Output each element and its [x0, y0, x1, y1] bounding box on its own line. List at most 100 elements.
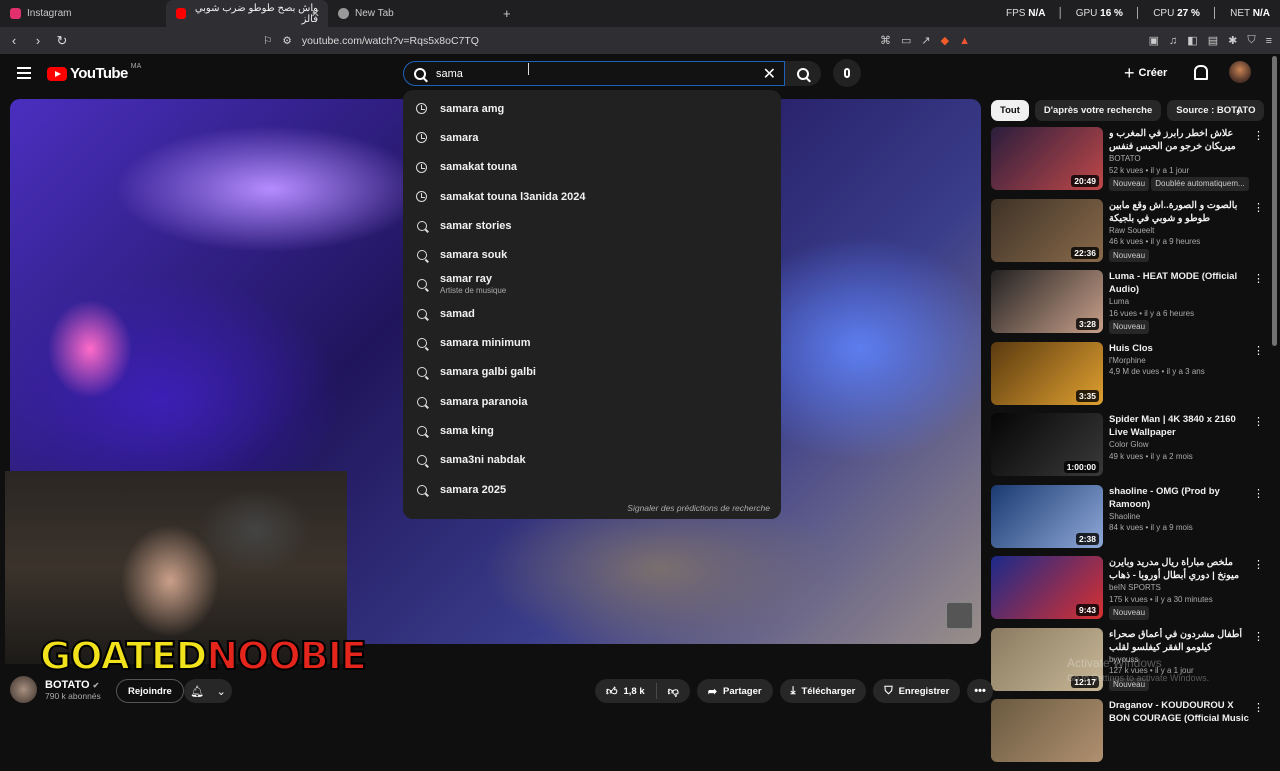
channel-name[interactable]: Luma	[1109, 296, 1253, 308]
suggestion-item[interactable]: samara galbi galbi	[403, 358, 781, 387]
suggestion-item[interactable]: sama3ni nabdak	[403, 446, 781, 475]
brave-shield-icon[interactable]: ◆	[941, 34, 949, 47]
youtube-logo[interactable]: YouTube MA	[47, 63, 141, 82]
suggestion-item[interactable]: samar ray Artiste de musique	[403, 270, 781, 299]
more-vertical-icon[interactable]: ⋮	[1253, 415, 1264, 428]
forward-icon[interactable]: ›	[28, 33, 48, 48]
scrollbar[interactable]	[1272, 56, 1277, 346]
video-title[interactable]: Draganov - KOUDOUROU X BON COURAGE (Offi…	[1109, 699, 1253, 725]
recommendation-item[interactable]: Draganov - KOUDOUROU X BON COURAGE (Offi…	[991, 699, 1264, 771]
voice-search-button[interactable]	[833, 59, 861, 87]
suggestion-item[interactable]: samad	[403, 299, 781, 328]
recommendation-item[interactable]: 9:43 ملخص مباراة ريال مدريد وبايرن ميونخ …	[991, 556, 1264, 628]
video-thumbnail[interactable]	[991, 699, 1103, 762]
more-vertical-icon[interactable]: ⋮	[1253, 630, 1264, 643]
channel-name[interactable]: Shaoline	[1109, 511, 1253, 523]
search-button[interactable]	[785, 61, 821, 86]
suggestion-item[interactable]: samara souk	[403, 240, 781, 269]
subscription-bell-button[interactable]: 🔔︎ ⌄	[184, 679, 232, 703]
suggestion-item[interactable]: sama king	[403, 416, 781, 445]
channel-watermark-icon[interactable]	[946, 602, 973, 629]
more-vertical-icon[interactable]: ⋮	[1253, 129, 1264, 142]
wallet-icon[interactable]: ▤	[1208, 34, 1218, 47]
translate-icon[interactable]: ⌘	[880, 34, 891, 47]
dislike-button[interactable]: 👎︎	[657, 679, 690, 703]
video-thumbnail[interactable]: 1:00:00	[991, 413, 1103, 476]
video-thumbnail[interactable]: 22:36	[991, 198, 1103, 262]
recommendation-item[interactable]: 20:49 علاش اخطر رابرز في المغرب و ميريكان…	[991, 127, 1264, 199]
channel-name[interactable]: beIN SPORTS	[1109, 582, 1253, 594]
suggestion-item[interactable]: samara amg	[403, 94, 781, 123]
chevron-right-icon[interactable]: ›	[1236, 104, 1240, 119]
extension-icon[interactable]: ✱	[1228, 34, 1237, 47]
more-vertical-icon[interactable]: ⋮	[1253, 558, 1264, 571]
video-thumbnail[interactable]: 9:43	[991, 556, 1103, 619]
chip-all[interactable]: Tout	[991, 99, 1029, 121]
create-button[interactable]: + Créer	[1124, 62, 1167, 84]
search-input[interactable]	[436, 67, 736, 80]
back-icon[interactable]: ‹	[4, 33, 24, 48]
share-icon[interactable]: ↗	[921, 34, 930, 47]
site-info-icon[interactable]: ⚙	[282, 35, 291, 47]
chip-source[interactable]: Source : BOTATO	[1167, 99, 1265, 121]
more-vertical-icon[interactable]: ⋮	[1253, 201, 1264, 214]
hamburger-menu-icon[interactable]	[17, 67, 31, 79]
share-button[interactable]: ➦ Partager	[696, 679, 773, 703]
suggestion-item[interactable]: samara minimum	[403, 328, 781, 357]
sidebar-icon[interactable]: ◧	[1187, 34, 1197, 47]
video-title[interactable]: علاش اخطر رابرز في المغرب و ميريكان خرجو…	[1109, 127, 1253, 153]
menu-icon[interactable]: ≡	[1266, 35, 1272, 47]
suggestion-item[interactable]: samara paranoia	[403, 387, 781, 416]
more-vertical-icon[interactable]: ⋮	[1253, 487, 1264, 500]
channel-name[interactable]: l'Morphine	[1109, 355, 1253, 367]
video-thumbnail[interactable]: 2:38	[991, 484, 1103, 548]
channel-name[interactable]: Color Glow	[1109, 439, 1253, 451]
video-title[interactable]: shaoline - OMG (Prod by Ramoon)	[1109, 485, 1253, 511]
suggestion-item[interactable]: samar stories	[403, 211, 781, 240]
channel-avatar[interactable]	[10, 676, 37, 703]
suggestion-item[interactable]: samakat touna	[403, 153, 781, 182]
notifications-bell-icon[interactable]	[1192, 64, 1208, 80]
more-actions-button[interactable]: •••	[967, 679, 993, 703]
vpn-icon[interactable]: ⛉	[1247, 34, 1255, 47]
video-title[interactable]: Luma - HEAT MODE (Official Audio)	[1109, 270, 1253, 296]
more-vertical-icon[interactable]: ⋮	[1253, 272, 1264, 285]
like-button[interactable]: 👍︎ 1,8 k	[595, 679, 656, 703]
video-title[interactable]: ملخص مباراة ريال مدريد وبايرن ميونخ | دو…	[1109, 556, 1253, 582]
video-thumbnail[interactable]: 3:28	[991, 270, 1103, 333]
more-vertical-icon[interactable]: ⋮	[1253, 344, 1264, 357]
tab-youtube[interactable]: واش بصح طوطو ضرب شوبي فالز ✕	[166, 0, 328, 27]
recommendation-item[interactable]: 1:00:00 Spider Man | 4K 3840 x 2160 Live …	[991, 413, 1264, 485]
video-title[interactable]: بالصوت و الصورة..اش وقع مابين طوطو و شوب…	[1109, 199, 1253, 225]
avatar[interactable]	[1229, 61, 1251, 83]
video-title[interactable]: Spider Man | 4K 3840 x 2160 Live Wallpap…	[1109, 413, 1253, 439]
recommendation-item[interactable]: 22:36 بالصوت و الصورة..اش وقع مابين طوطو …	[991, 198, 1264, 271]
video-title[interactable]: Huis Clos	[1109, 342, 1253, 355]
search-box[interactable]: ✕	[403, 61, 785, 86]
recommendation-item[interactable]: 2:38 shaoline - OMG (Prod by Ramoon) Shaol…	[991, 484, 1264, 557]
screenshot-icon[interactable]: ▣	[1149, 34, 1159, 47]
cast-icon[interactable]: ▭	[901, 34, 911, 47]
clear-search-icon[interactable]: ✕	[763, 64, 776, 84]
close-tab-icon[interactable]: ✕	[311, 7, 320, 20]
video-thumbnail[interactable]: 3:35	[991, 341, 1103, 405]
new-tab-button[interactable]: +	[493, 0, 521, 27]
suggestion-item[interactable]: samara 2025	[403, 475, 781, 504]
bookmark-icon[interactable]: ⚐	[263, 35, 272, 47]
channel-name[interactable]: BOTATO ✔	[45, 679, 101, 691]
save-button[interactable]: ⛉ Enregistrer	[873, 679, 961, 703]
download-button[interactable]: ⤓ Télécharger	[779, 679, 867, 703]
video-thumbnail[interactable]: 20:49	[991, 127, 1103, 190]
music-icon[interactable]: ♫	[1169, 35, 1177, 47]
rewards-icon[interactable]: ▲	[959, 35, 970, 47]
video-title[interactable]: أطفال مشردون في أعماق صحراء كيلومو الفقر…	[1109, 628, 1253, 654]
tab-new[interactable]: New Tab	[328, 0, 493, 27]
more-vertical-icon[interactable]: ⋮	[1253, 701, 1264, 714]
suggestion-item[interactable]: samakat touna l3anida 2024	[403, 182, 781, 211]
recommendation-item[interactable]: 3:35 Huis Clos l'Morphine 4,9 M de vues • i…	[991, 341, 1264, 414]
report-predictions-link[interactable]: Signaler des prédictions de recherche	[627, 503, 770, 513]
channel-name[interactable]: BOTATO	[1109, 153, 1253, 165]
channel-name[interactable]: Raw Soueelt	[1109, 225, 1253, 237]
recommendation-item[interactable]: 3:28 Luma - HEAT MODE (Official Audio) Lum…	[991, 270, 1264, 342]
tab-instagram[interactable]: Instagram	[0, 0, 166, 27]
